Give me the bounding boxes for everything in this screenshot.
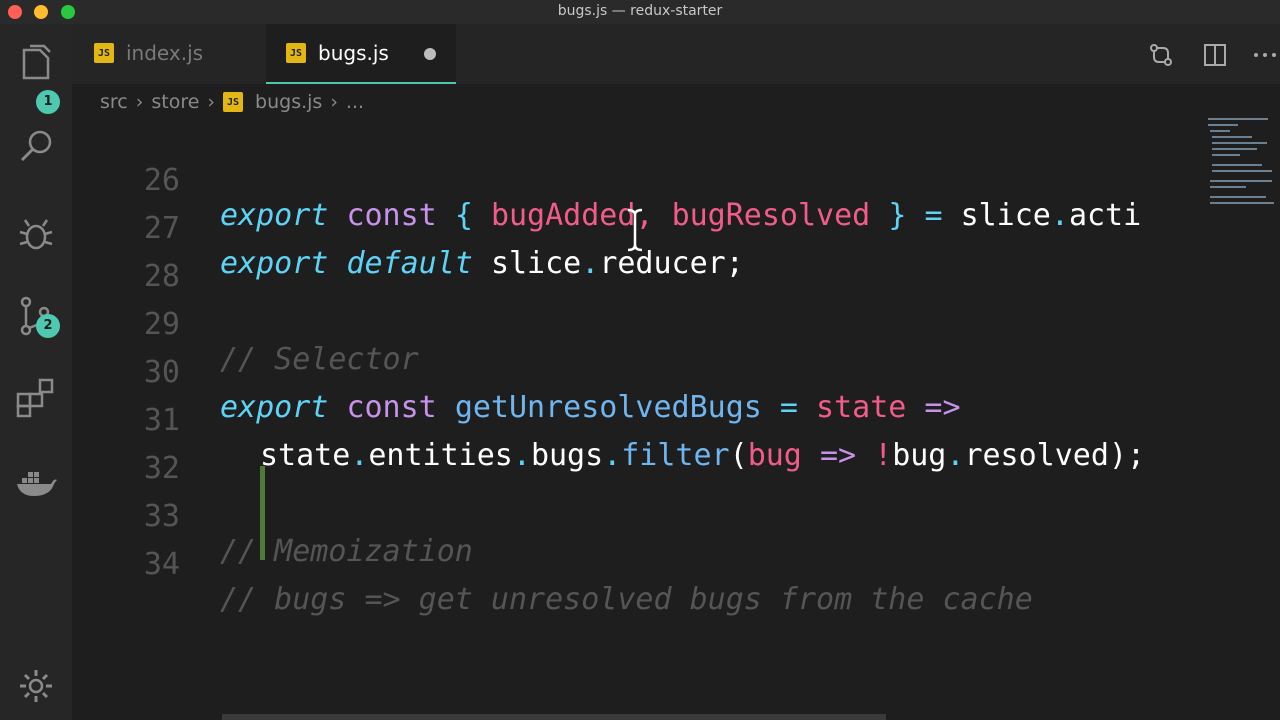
explorer-badge: 1 [36,90,60,114]
minimap-line [1210,186,1246,188]
extensions-icon[interactable] [14,376,58,420]
more-actions-icon[interactable] [1252,42,1278,68]
breadcrumb-src[interactable]: src [100,91,128,113]
js-file-icon: JS [286,43,306,63]
minimap-line [1212,142,1267,144]
minimap-line [1212,154,1240,156]
code-line: 26 export const { bugAdded, bugResolved … [72,128,1202,233]
chevron-right-icon: › [330,91,338,113]
git-added-gutter-mark [260,466,265,560]
minimap-line [1212,148,1257,150]
code-line: 31 state.entities.bugs.filter(bug => !bu… [72,368,1202,473]
minimap-line [1210,180,1272,182]
split-editor-icon[interactable] [1202,42,1228,68]
comment: // bugs => get unresolved bugs from the … [220,582,1033,617]
chevron-right-icon: › [135,91,144,113]
js-file-icon: JS [223,92,244,112]
text-cursor-icon [627,208,643,252]
breadcrumb-file[interactable]: bugs.js [255,91,322,113]
settings-gear-icon[interactable] [14,664,58,708]
minimap-line [1208,124,1238,126]
code-line: 33 // Memoization [72,464,1202,569]
debug-icon[interactable] [14,212,58,256]
minimap[interactable] [1204,116,1280,212]
minimap-line [1212,136,1252,138]
unsaved-dot-icon[interactable] [424,48,436,60]
tab-label: index.js [126,41,204,65]
horizontal-scrollbar[interactable] [222,714,886,720]
line-number: 34 [143,547,180,582]
breadcrumb-symbol[interactable]: ... [346,91,364,113]
code-line: 30 export const getUnresolvedBugs = stat… [72,320,1202,425]
minimap-line [1210,130,1230,132]
scm-badge: 2 [36,314,60,338]
title-bar: bugs.js — redux-starter [0,0,1280,24]
search-icon[interactable] [14,124,58,168]
breadcrumb: src › store › JS bugs.js › ... [100,88,364,116]
code-line: 29 // Selector [72,272,1202,377]
code-line: 34 // bugs => get unresolved bugs from t… [72,512,1202,617]
minimap-line [1208,118,1268,120]
window-title: bugs.js — redux-starter [557,3,723,19]
tab-bugs-js[interactable]: JS bugs.js [266,24,456,84]
files-icon[interactable] [14,42,58,86]
open-changes-icon[interactable] [1148,42,1174,68]
breadcrumb-store[interactable]: store [151,91,199,113]
minimap-line [1210,202,1274,204]
tab-index-js[interactable]: JS index.js [94,24,264,82]
minimap-line [1212,164,1262,166]
minimap-line [1212,170,1272,172]
docker-icon[interactable] [14,460,58,504]
tab-label: bugs.js [318,41,389,65]
minimap-line [1210,196,1266,198]
tab-bar: JS index.js JS bugs.js [72,24,1280,84]
code-line: 32 [72,416,1202,486]
chevron-right-icon: › [207,91,216,113]
js-file-icon: JS [94,43,114,63]
activity-bar: 1 2 [0,24,72,720]
